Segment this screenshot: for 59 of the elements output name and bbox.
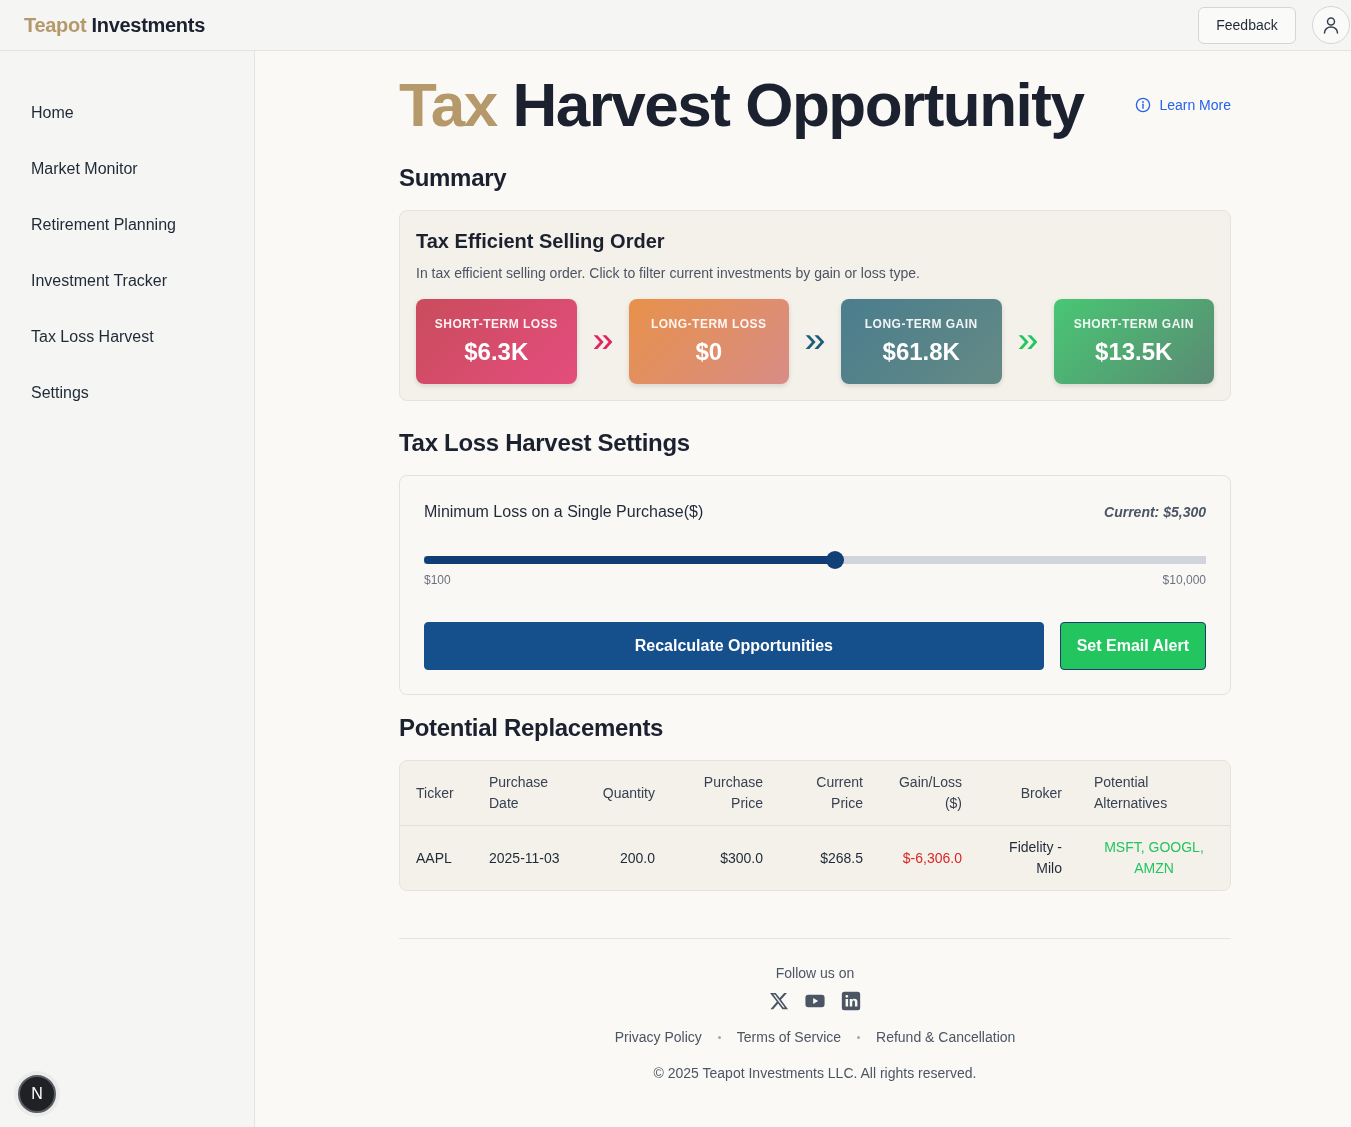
slider-max-label: $10,000 xyxy=(1162,572,1206,588)
slider-label: Minimum Loss on a Single Purchase($) xyxy=(424,503,704,521)
separator-dot-icon xyxy=(717,1035,721,1039)
summary-tile[interactable]: LONG-TERM GAIN $61.8K xyxy=(841,299,1002,384)
logo-text[interactable]: Teapot Investments xyxy=(24,13,205,37)
sidebar-item[interactable]: Retirement Planning xyxy=(16,197,238,253)
footer-link[interactable]: Refund & Cancellation xyxy=(876,1027,1016,1047)
column-header: Purchase Price xyxy=(671,761,779,826)
sidebar-item[interactable]: Investment Tracker xyxy=(16,253,238,309)
table-cell: AAPL xyxy=(400,825,473,890)
tile-value: $13.5K xyxy=(1095,336,1173,367)
tile-value: $0 xyxy=(695,336,723,367)
card-title: Tax Efficient Selling Order xyxy=(416,229,666,254)
card-description: In tax efficient selling order. Click to filter current investments by gain or loss type. xyxy=(416,264,921,283)
sidebar-item[interactable]: Tax Loss Harvest xyxy=(16,309,238,365)
linkedin-logo-icon[interactable] xyxy=(841,991,861,1011)
info-icon xyxy=(1135,97,1152,113)
table-cell: $300.0 xyxy=(671,825,779,890)
sidebar-item[interactable]: Market Monitor xyxy=(16,141,238,197)
section-heading: Summary xyxy=(399,163,508,193)
table-cell: $-6,306.0 xyxy=(879,825,978,890)
copyright-text: © 2025 Teapot Investments LLC. All rights reserved. xyxy=(653,1064,977,1083)
sidebar-item[interactable]: Settings xyxy=(16,365,238,421)
summary-tile[interactable]: SHORT-TERM LOSS $6.3K xyxy=(416,299,577,384)
recalculate-button[interactable]: Recalculate Opportunities xyxy=(424,622,1044,670)
tile-label: LONG-TERM LOSS xyxy=(650,315,767,332)
tile-label: LONG-TERM GAIN xyxy=(864,315,978,332)
current-value: Current: $5,300 xyxy=(1104,504,1206,520)
column-header: Broker xyxy=(978,761,1078,826)
x-logo-icon[interactable] xyxy=(769,991,789,1011)
footer-link[interactable]: Privacy Policy xyxy=(614,1027,702,1047)
column-header: Gain/Loss ($) xyxy=(879,761,978,826)
user-avatar-button[interactable] xyxy=(1312,6,1350,44)
table-cell: MSFT, GOOGL, AMZN xyxy=(1078,825,1230,890)
table-cell: 200.0 xyxy=(582,825,671,890)
tile-label: SHORT-TERM GAIN xyxy=(1073,315,1194,332)
tile-value: $6.3K xyxy=(464,336,529,367)
footer-link[interactable]: Terms of Service xyxy=(736,1027,842,1047)
slider-thumb[interactable] xyxy=(825,551,844,569)
column-header: Quantity xyxy=(582,761,671,826)
column-header: Purchase Date xyxy=(473,761,582,826)
separator-dot-icon xyxy=(857,1035,861,1039)
table-cell: $268.5 xyxy=(779,825,879,890)
table-cell: 2025-11-03 xyxy=(473,825,582,890)
section-heading: Potential Replacements xyxy=(399,713,665,743)
follow-label: Follow us on xyxy=(775,964,855,983)
column-header: Current Price xyxy=(779,761,879,826)
tile-value: $61.8K xyxy=(882,336,960,367)
feedback-button[interactable]: Feedback xyxy=(1198,6,1296,44)
column-header: Ticker xyxy=(400,761,473,826)
column-header: Potential Alternatives xyxy=(1078,761,1230,826)
sidebar-item[interactable]: Home xyxy=(16,85,238,141)
tile-label: SHORT-TERM LOSS xyxy=(434,315,558,332)
table-cell: Fidelity - Milo xyxy=(978,825,1078,890)
user-icon xyxy=(1321,15,1341,35)
learn-more-link[interactable]: Learn More xyxy=(1135,97,1231,113)
section-heading: Tax Loss Harvest Settings xyxy=(399,428,691,458)
slider-min-label: $100 xyxy=(424,572,451,588)
page-title: Tax Harvest Opportunity xyxy=(399,71,1084,139)
